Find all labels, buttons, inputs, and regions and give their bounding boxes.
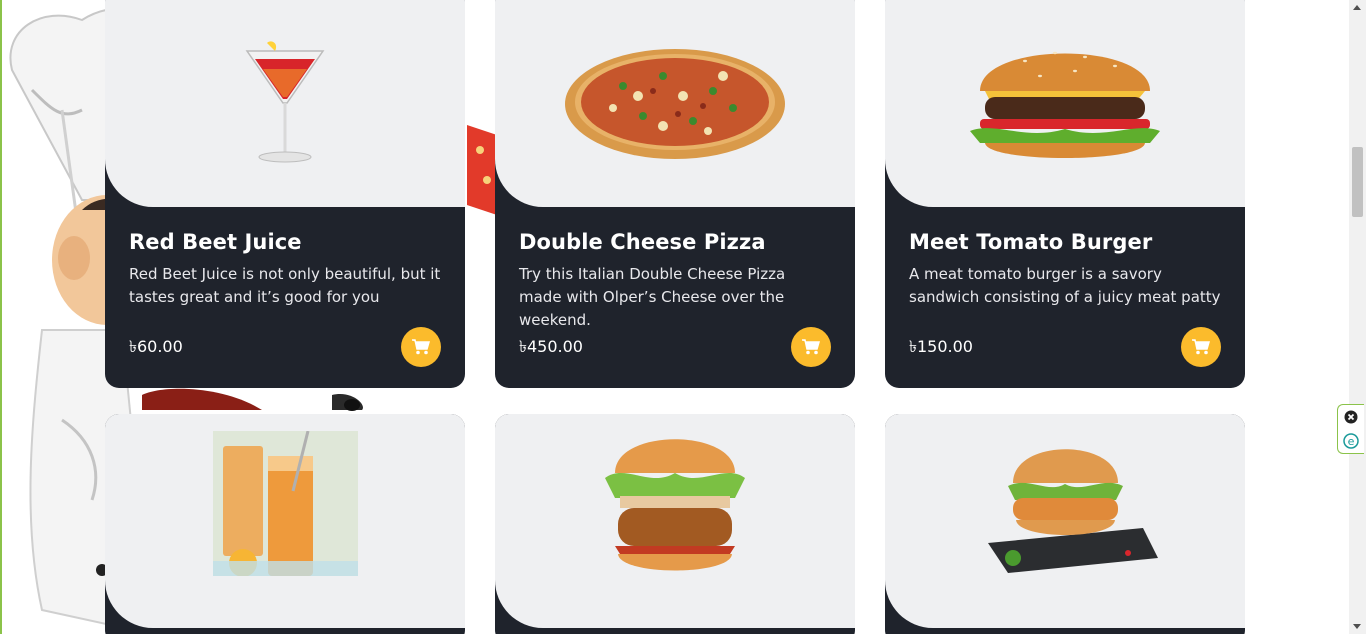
extension-widget: e — [1337, 404, 1364, 454]
menu-card[interactable] — [885, 414, 1245, 634]
menu-card[interactable]: Double Cheese Pizza Try this Italian Dou… — [495, 0, 855, 388]
card-image-area — [495, 0, 855, 207]
item-name: Double Cheese Pizza — [519, 230, 766, 254]
cart-icon — [412, 339, 430, 355]
close-icon[interactable] — [1344, 410, 1358, 424]
extension-e-icon[interactable]: e — [1343, 432, 1359, 449]
cart-icon — [1192, 339, 1210, 355]
item-description: A meat tomato burger is a savory sandwic… — [909, 265, 1221, 306]
scroll-up-arrow[interactable] — [1353, 5, 1361, 10]
add-to-cart-button[interactable] — [401, 327, 441, 367]
card-image-area — [495, 414, 855, 628]
item-description: Try this Italian Double Cheese Pizza mad… — [519, 265, 786, 329]
cart-icon — [802, 339, 820, 355]
item-price: ৳60.00 — [129, 336, 183, 356]
add-to-cart-button[interactable] — [791, 327, 831, 367]
menu-card[interactable]: Red Beet Juice Red Beet Juice is not onl… — [105, 0, 465, 388]
card-image-area — [885, 0, 1245, 207]
menu-card[interactable] — [495, 414, 855, 634]
scrollbar-thumb[interactable] — [1352, 147, 1363, 217]
orange-juice-image — [212, 430, 358, 576]
menu-card[interactable]: Meet Tomato Burger A meat tomato burger … — [885, 0, 1245, 388]
vertical-scrollbar[interactable] — [1349, 0, 1366, 634]
item-description: Red Beet Juice is not only beautiful, bu… — [129, 265, 441, 306]
svg-text:e: e — [1348, 435, 1355, 448]
burger-image — [970, 51, 1160, 158]
item-price: ৳150.00 — [909, 336, 973, 356]
add-to-cart-button[interactable] — [1181, 327, 1221, 367]
card-image-area — [105, 0, 465, 207]
chicken-burger-image — [605, 439, 745, 571]
cocktail-glass-image — [245, 41, 325, 163]
veggie-burger-image — [987, 449, 1158, 573]
scroll-down-arrow[interactable] — [1353, 624, 1361, 629]
item-name: Meet Tomato Burger — [909, 230, 1153, 254]
pizza-image — [564, 49, 785, 159]
item-price: ৳450.00 — [519, 336, 583, 356]
item-name: Red Beet Juice — [129, 230, 302, 254]
card-image-area — [885, 414, 1245, 628]
card-image-area — [105, 414, 465, 628]
menu-page: Red Beet Juice Red Beet Juice is not onl… — [0, 0, 1366, 634]
menu-card[interactable] — [105, 414, 465, 634]
